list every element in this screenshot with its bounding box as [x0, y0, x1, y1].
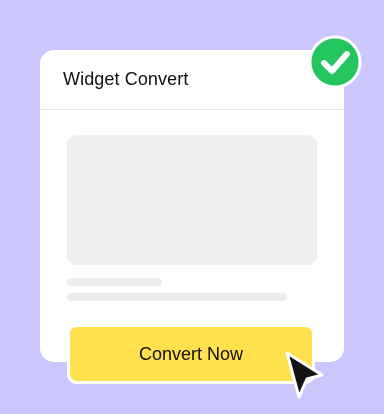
pointer-cursor-icon — [285, 351, 324, 399]
card-header: Widget Convert — [40, 50, 344, 110]
widget-card: Widget Convert — [40, 50, 344, 362]
text-placeholder-long — [67, 293, 287, 301]
card-title: Widget Convert — [63, 69, 189, 89]
convert-now-button[interactable]: Convert Now — [67, 324, 315, 384]
text-placeholder-short — [67, 278, 162, 286]
canvas: { "card": { "title": "Widget Convert" },… — [0, 0, 384, 414]
convert-now-label: Convert Now — [138, 343, 244, 364]
image-placeholder — [67, 135, 317, 265]
check-circle-icon — [308, 35, 362, 89]
